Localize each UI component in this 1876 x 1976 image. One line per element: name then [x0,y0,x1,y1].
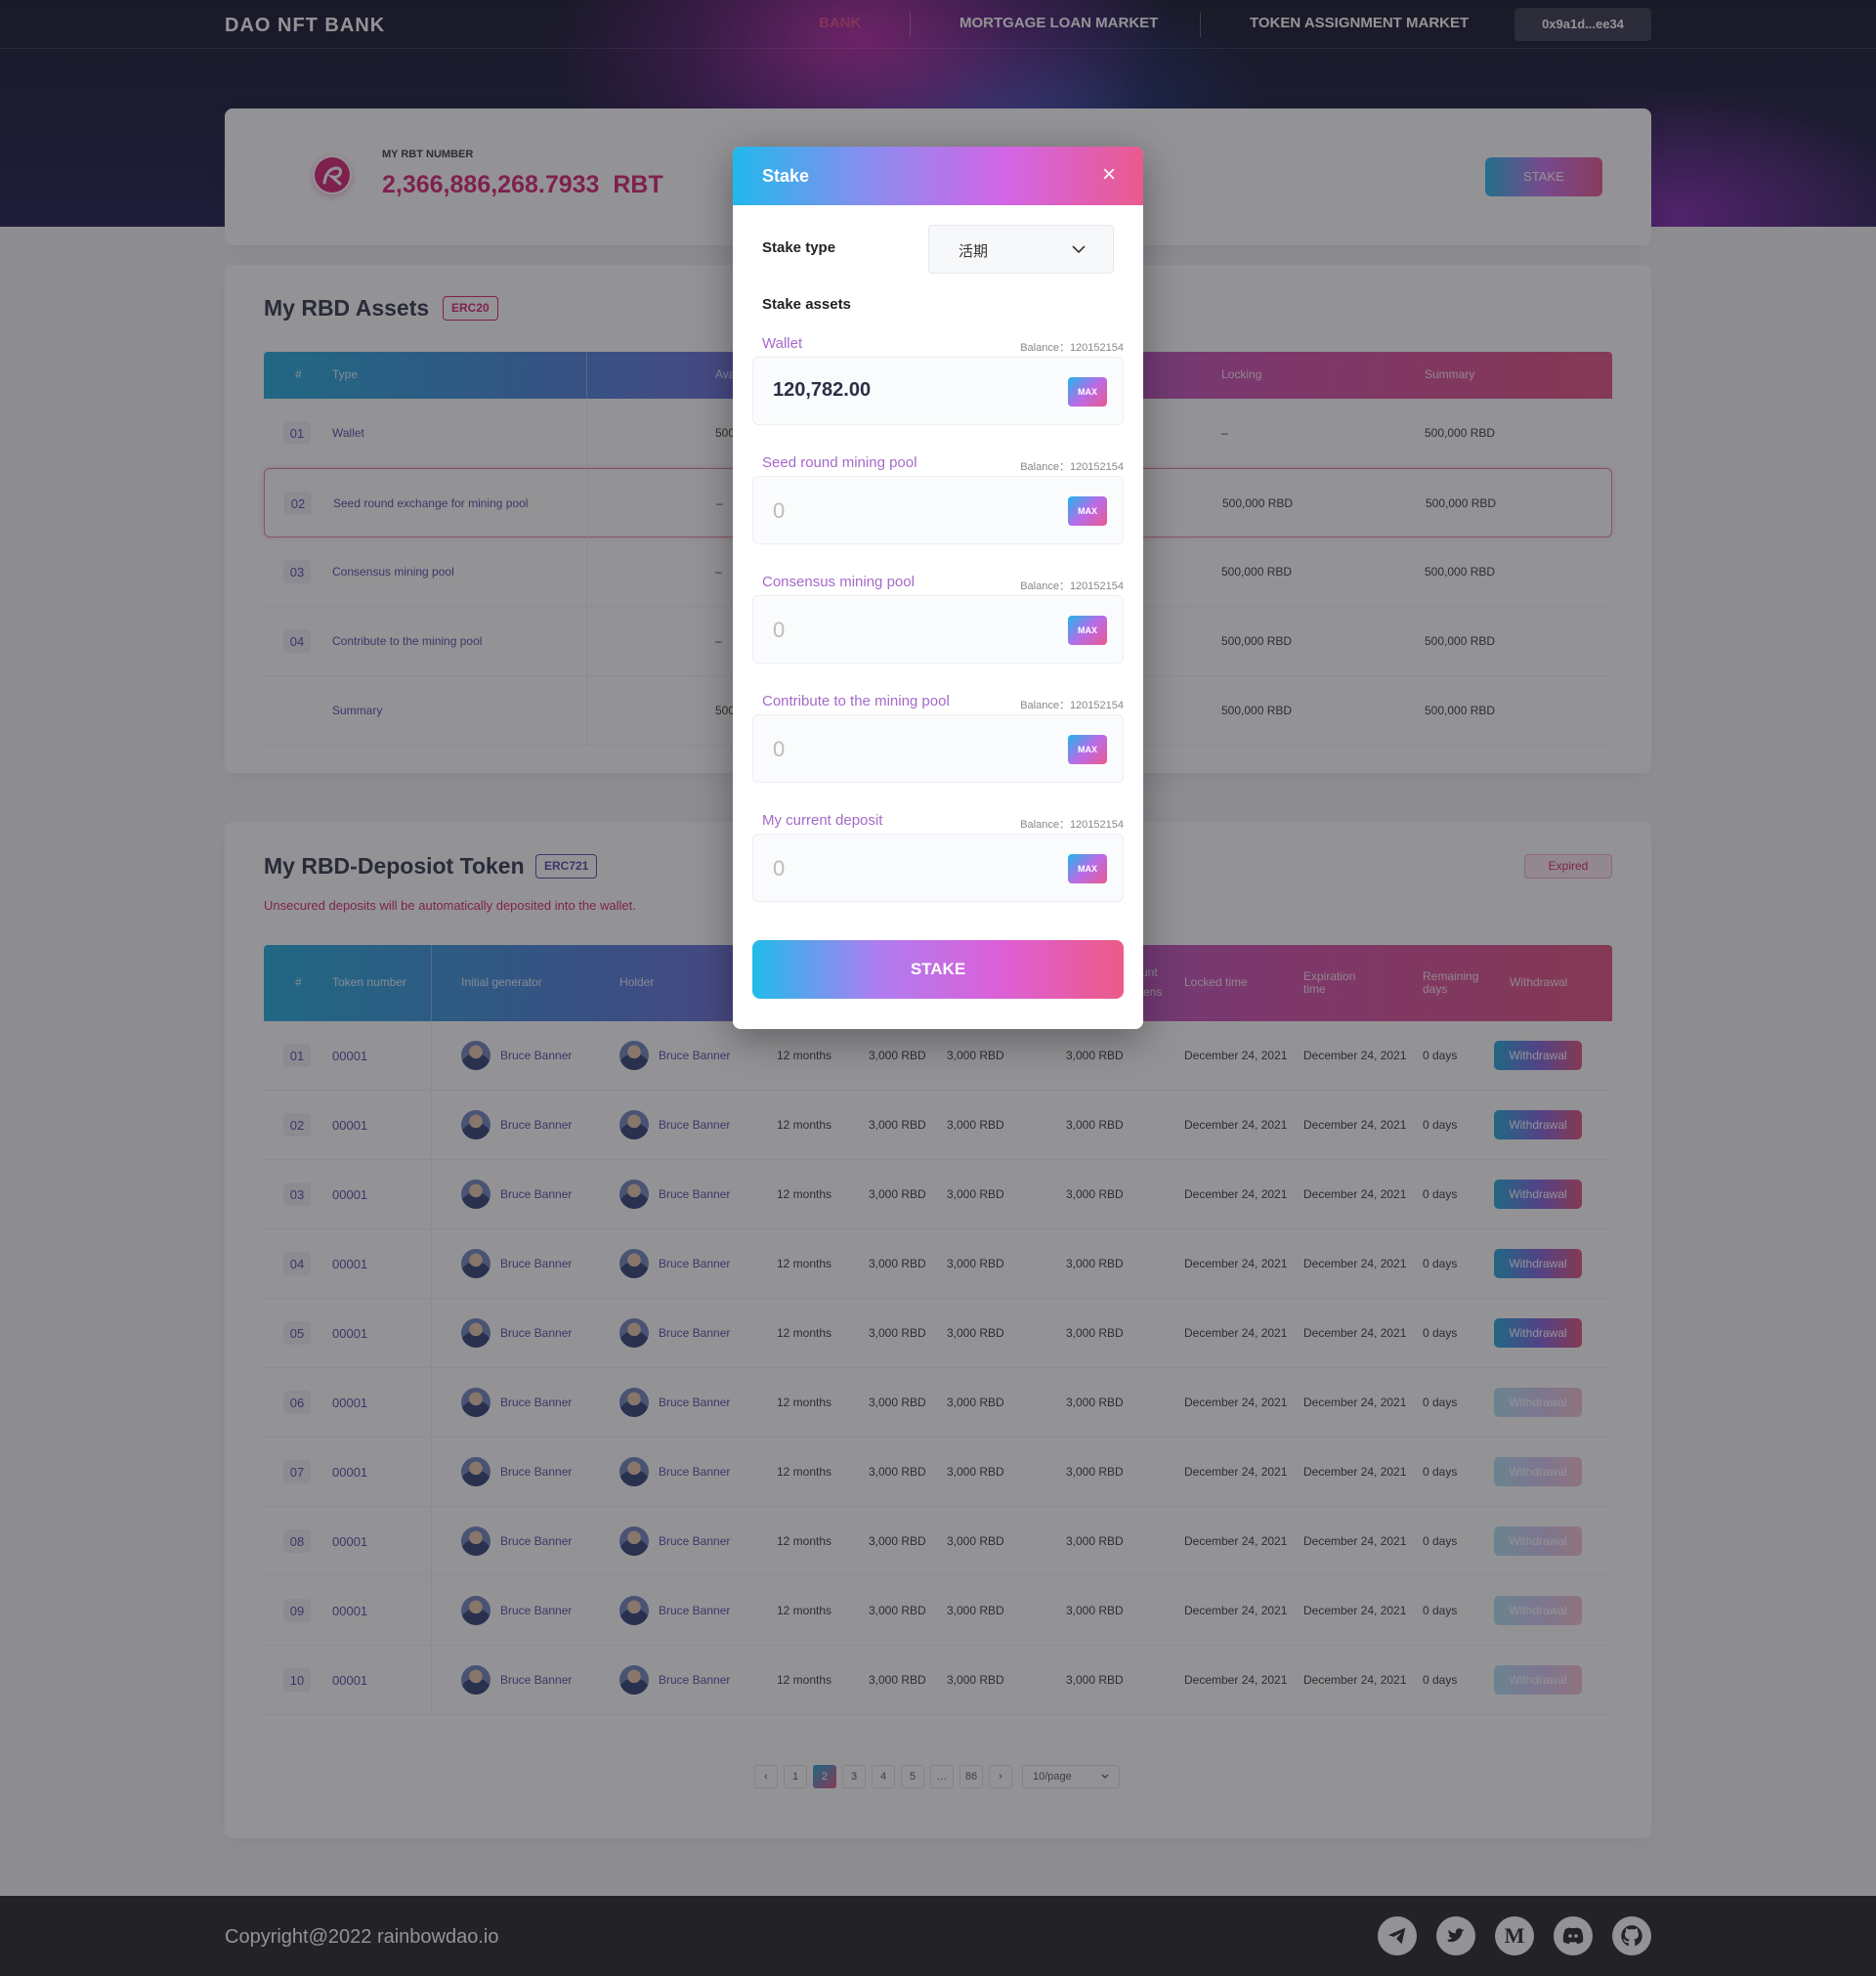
stake-asset-name: Consensus mining pool [762,574,915,590]
modal-title: Stake [762,166,810,186]
stake-asset-balance: Balance：120152154 [1020,580,1124,592]
max-button[interactable]: MAX [1068,377,1107,407]
max-button[interactable]: MAX [1068,854,1107,883]
stake-asset-name: Wallet [762,335,803,352]
chevron-down-icon [1072,245,1086,254]
stake-amount-input[interactable]: 0 MAX [752,476,1124,544]
stake-asset-balance: Balance：120152154 [1020,461,1124,473]
stake-amount-value: 0 [773,856,786,881]
stake-type-label: Stake type [762,239,836,256]
stake-amount-value: 0 [773,618,786,642]
stake-type-value: 活期 [959,243,989,260]
stake-asset-name: Seed round mining pool [762,454,917,471]
stake-amount-input[interactable]: 0 MAX [752,714,1124,783]
stake-type-select[interactable]: 活期 [928,225,1114,274]
stake-amount-value: 120,782.00 [773,379,872,401]
stake-asset-name: Contribute to the mining pool [762,693,950,709]
close-icon[interactable]: × [1096,162,1122,188]
stake-asset-balance: Balance：120152154 [1020,700,1124,711]
max-button[interactable]: MAX [1068,616,1107,645]
stake-amount-input[interactable]: 0 MAX [752,834,1124,902]
stake-amount-input[interactable]: 120,782.00 MAX [752,357,1124,425]
max-button[interactable]: MAX [1068,735,1107,764]
stake-asset-name: My current deposit [762,812,883,829]
modal-header: Stake × [733,147,1143,205]
stake-assets-label: Stake assets [762,296,851,313]
max-button[interactable]: MAX [1068,496,1107,526]
stake-amount-value: 0 [773,498,786,523]
stake-amount-value: 0 [773,737,786,761]
stake-modal: Stake × Stake type 活期 Stake assets Walle… [733,147,1143,1029]
stake-asset-balance: Balance：120152154 [1020,819,1124,831]
stake-asset-balance: Balance：120152154 [1020,342,1124,354]
stake-amount-input[interactable]: 0 MAX [752,595,1124,664]
stake-submit-button[interactable]: STAKE [752,940,1124,999]
